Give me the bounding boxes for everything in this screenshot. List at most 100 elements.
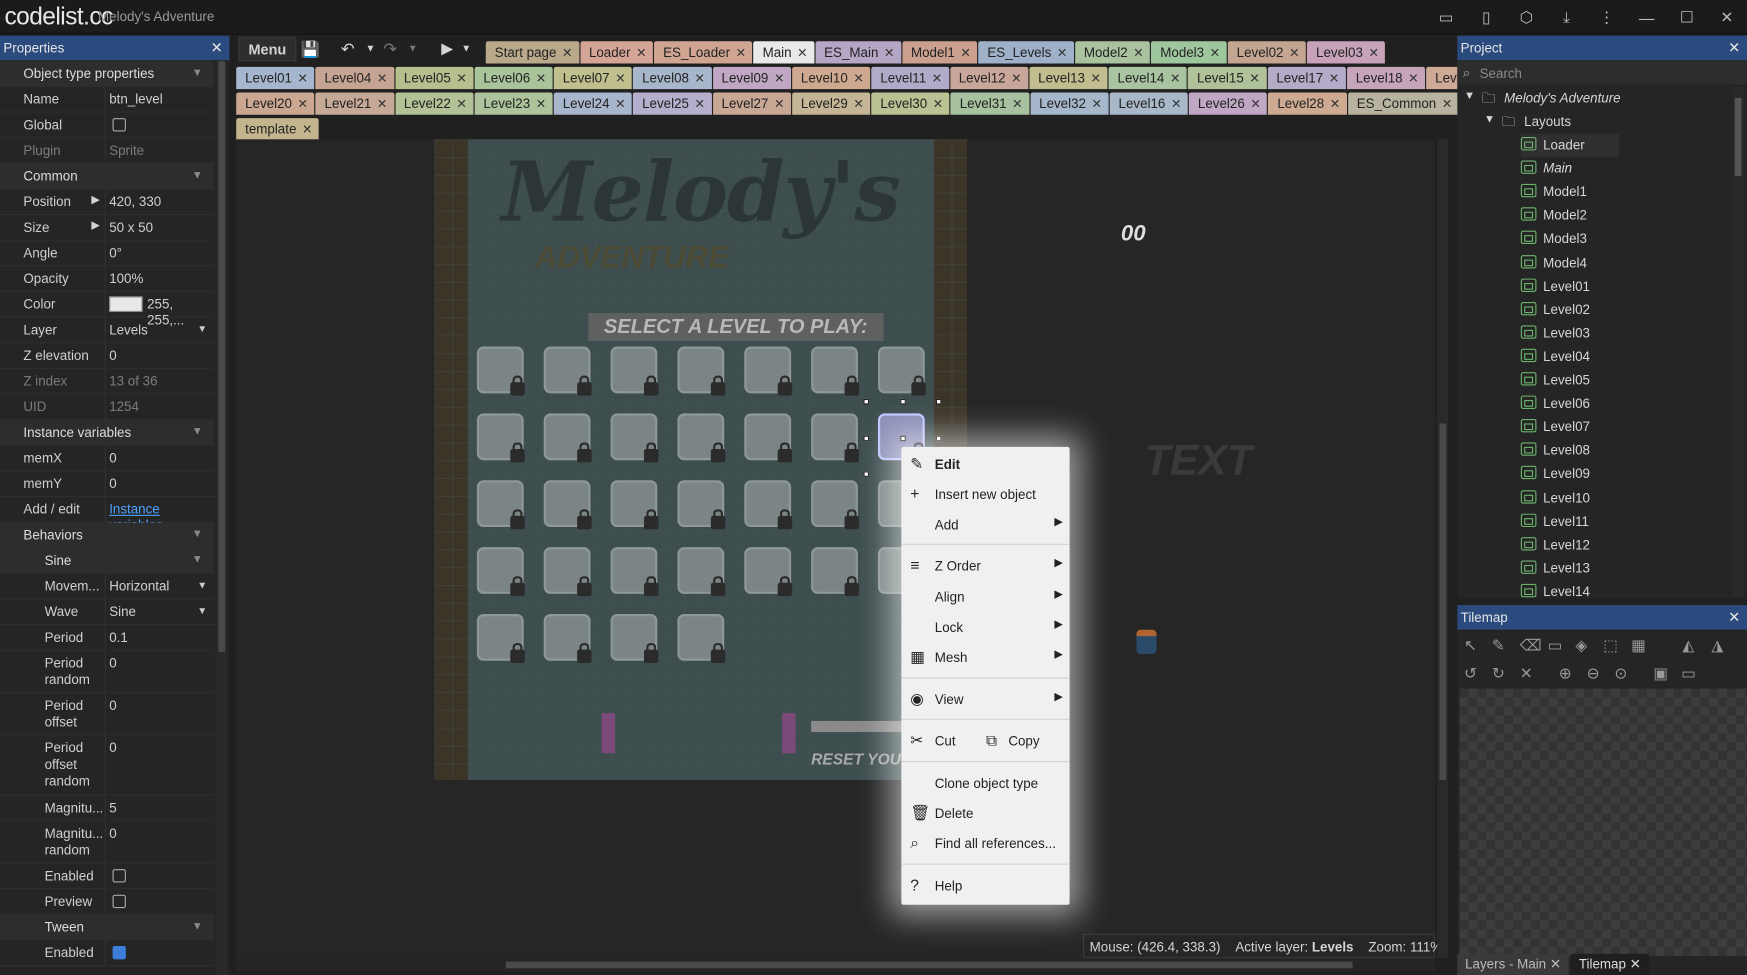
menu-item-add[interactable]: Add ▶ bbox=[901, 511, 1069, 538]
tab-model3[interactable]: Model3 ✕ bbox=[1151, 41, 1227, 64]
checkbox[interactable] bbox=[112, 946, 126, 960]
chevron-down-icon[interactable]: ▼ bbox=[197, 579, 207, 590]
level-button[interactable] bbox=[543, 413, 592, 463]
property-value[interactable]: Horizontal bbox=[109, 578, 169, 594]
tab-level08[interactable]: Level08 ✕ bbox=[633, 66, 712, 90]
property-row[interactable]: Color 255, 255,... bbox=[0, 291, 214, 328]
rotate-ccw-icon[interactable]: ↺ bbox=[1464, 664, 1477, 683]
menu-item-find-all-references[interactable]: ⌕ Find all references... bbox=[901, 830, 1069, 857]
level-button[interactable] bbox=[677, 547, 726, 597]
menu-item-align[interactable]: Align ▶ bbox=[901, 584, 1069, 611]
pencil-icon[interactable]: ✎ bbox=[1492, 636, 1505, 655]
tree-item-model4[interactable]: Model4 bbox=[1520, 251, 1747, 274]
tab-level22[interactable]: Level22 ✕ bbox=[395, 92, 474, 115]
menu-item-delete[interactable]: 🗑 Delete bbox=[901, 800, 1069, 827]
property-value[interactable]: 0 bbox=[109, 476, 116, 492]
tab-level10[interactable]: Level10 ✕ bbox=[792, 66, 871, 90]
tab-level05[interactable]: Level05 ✕ bbox=[395, 66, 474, 90]
zoom-in-icon[interactable]: ⊕ bbox=[1559, 664, 1572, 683]
property-row[interactable]: Enabled bbox=[0, 940, 214, 967]
close-icon[interactable]: ✕ bbox=[1728, 39, 1740, 57]
close-tab-icon[interactable]: ✕ bbox=[695, 98, 705, 111]
close-tab-icon[interactable]: ✕ bbox=[1133, 47, 1143, 60]
collapse-icon[interactable]: ▼ bbox=[192, 528, 203, 540]
folder-icon[interactable]: ▭ bbox=[1681, 664, 1696, 683]
level-button[interactable] bbox=[476, 413, 525, 463]
level-button[interactable] bbox=[811, 480, 860, 530]
close-tab-icon[interactable]: ✕ bbox=[377, 98, 387, 111]
checkbox[interactable] bbox=[112, 894, 126, 909]
property-value[interactable]: 0 bbox=[109, 450, 116, 466]
level-button[interactable] bbox=[610, 613, 659, 664]
tree-item-model1[interactable]: Model1 bbox=[1520, 181, 1747, 204]
close-tab-icon[interactable]: ✕ bbox=[456, 98, 466, 111]
close-tab-icon[interactable]: ✕ bbox=[1329, 72, 1339, 85]
tab-template[interactable]: template ✕ bbox=[236, 118, 319, 141]
property-row[interactable]: Period random 0 bbox=[0, 650, 214, 694]
collapse-icon[interactable]: ▼ bbox=[192, 554, 203, 566]
property-row[interactable]: Layer Levels ▼ bbox=[0, 317, 214, 344]
property-row[interactable]: Period offset 0 bbox=[0, 693, 214, 736]
scroll-thumb[interactable] bbox=[218, 61, 226, 652]
flip-v-icon[interactable]: ◮ bbox=[1711, 636, 1723, 655]
property-row[interactable]: Movem... Horizontal ▼ bbox=[0, 573, 214, 600]
level-button[interactable] bbox=[476, 480, 525, 530]
close-tab-icon[interactable]: ✕ bbox=[884, 47, 894, 60]
tab-level13[interactable]: Level13 ✕ bbox=[1029, 66, 1108, 90]
level-button[interactable] bbox=[877, 346, 926, 396]
property-value[interactable]: Sine bbox=[109, 604, 136, 620]
menu-item-clone-object-type[interactable]: Clone object type bbox=[901, 770, 1069, 797]
close-tab-icon[interactable]: ✕ bbox=[1091, 72, 1101, 85]
property-row[interactable]: Magnitu... 5 bbox=[0, 795, 214, 822]
layout-area[interactable]: Melody's ADVENTURE SELECT A LEVEL TO PLA… bbox=[434, 139, 968, 781]
rectangle-icon[interactable]: ▭ bbox=[1548, 636, 1563, 655]
property-row[interactable]: Opacity 100% bbox=[0, 266, 214, 292]
zoom-reset-icon[interactable]: ⊙ bbox=[1614, 664, 1627, 683]
tab-level32[interactable]: Level32 ✕ bbox=[1030, 92, 1109, 115]
selection-handle[interactable] bbox=[863, 398, 870, 405]
tab-tilemap[interactable]: Tilemap ✕ bbox=[1571, 953, 1649, 975]
tab-model2[interactable]: Model2 ✕ bbox=[1074, 41, 1151, 64]
collapse-icon[interactable]: ▼ bbox=[192, 169, 203, 181]
level-button[interactable] bbox=[543, 480, 592, 530]
property-row[interactable]: Add / editInstance variables bbox=[0, 496, 214, 533]
close-tab-icon[interactable]: ✕ bbox=[1170, 72, 1180, 85]
property-row[interactable]: memY 0 bbox=[0, 471, 214, 497]
player-sprite[interactable] bbox=[1136, 629, 1157, 655]
close-window-icon[interactable]: ✕ bbox=[1707, 0, 1747, 35]
tab-level25[interactable]: Level25 ✕ bbox=[633, 92, 712, 115]
tree-item-level11[interactable]: Level11 bbox=[1520, 510, 1747, 533]
menu-item-view[interactable]: ◉ View ▶ bbox=[901, 686, 1069, 713]
property-row[interactable]: Enabled bbox=[0, 863, 214, 890]
tree-item-level06[interactable]: Level06 bbox=[1520, 392, 1747, 415]
collapse-icon[interactable]: ▼ bbox=[192, 67, 203, 79]
tree-folder-layouts[interactable]: ▼ 🗀 Layouts bbox=[1482, 110, 1747, 133]
property-value[interactable]: 13 of 36 bbox=[109, 373, 157, 389]
selection-handle[interactable] bbox=[900, 398, 906, 405]
menu-item-mesh[interactable]: ▦ Mesh ▶ bbox=[901, 644, 1069, 671]
property-row[interactable]: Wave Sine ▼ bbox=[0, 599, 214, 626]
level-button[interactable] bbox=[811, 346, 860, 396]
close-tab-icon[interactable]: ✕ bbox=[695, 72, 705, 85]
expand-icon[interactable]: ▶ bbox=[91, 220, 100, 232]
close-tab-icon[interactable]: ✕ bbox=[933, 98, 943, 111]
selection-handle[interactable] bbox=[863, 435, 870, 442]
property-value[interactable]: Levels bbox=[109, 322, 148, 338]
close-tab-icon[interactable]: ✕ bbox=[960, 47, 970, 60]
tab-layers-main[interactable]: Layers - Main ✕ bbox=[1457, 953, 1569, 975]
close-tab-icon[interactable]: ✕ bbox=[615, 72, 625, 85]
property-row[interactable]: Period 0.1 bbox=[0, 625, 214, 651]
tree-item-level12[interactable]: Level12 bbox=[1520, 533, 1747, 556]
close-tab-icon[interactable]: ✕ bbox=[298, 72, 308, 85]
level-button[interactable] bbox=[744, 547, 793, 597]
tab-level31[interactable]: Level31 ✕ bbox=[950, 92, 1030, 115]
close-tab-icon[interactable]: ✕ bbox=[1057, 47, 1067, 60]
tree-item-level09[interactable]: Level09 bbox=[1520, 463, 1747, 486]
tab-level06[interactable]: Level06 ✕ bbox=[474, 66, 553, 90]
tab-level27[interactable]: Level27 ✕ bbox=[712, 92, 791, 115]
expand-icon[interactable]: ▶ bbox=[91, 194, 100, 206]
close-tab-icon[interactable]: ✕ bbox=[536, 72, 546, 85]
level-button[interactable] bbox=[543, 547, 592, 597]
eraser-icon[interactable]: ⌫ bbox=[1520, 636, 1542, 655]
property-value[interactable]: 0 bbox=[109, 348, 116, 364]
